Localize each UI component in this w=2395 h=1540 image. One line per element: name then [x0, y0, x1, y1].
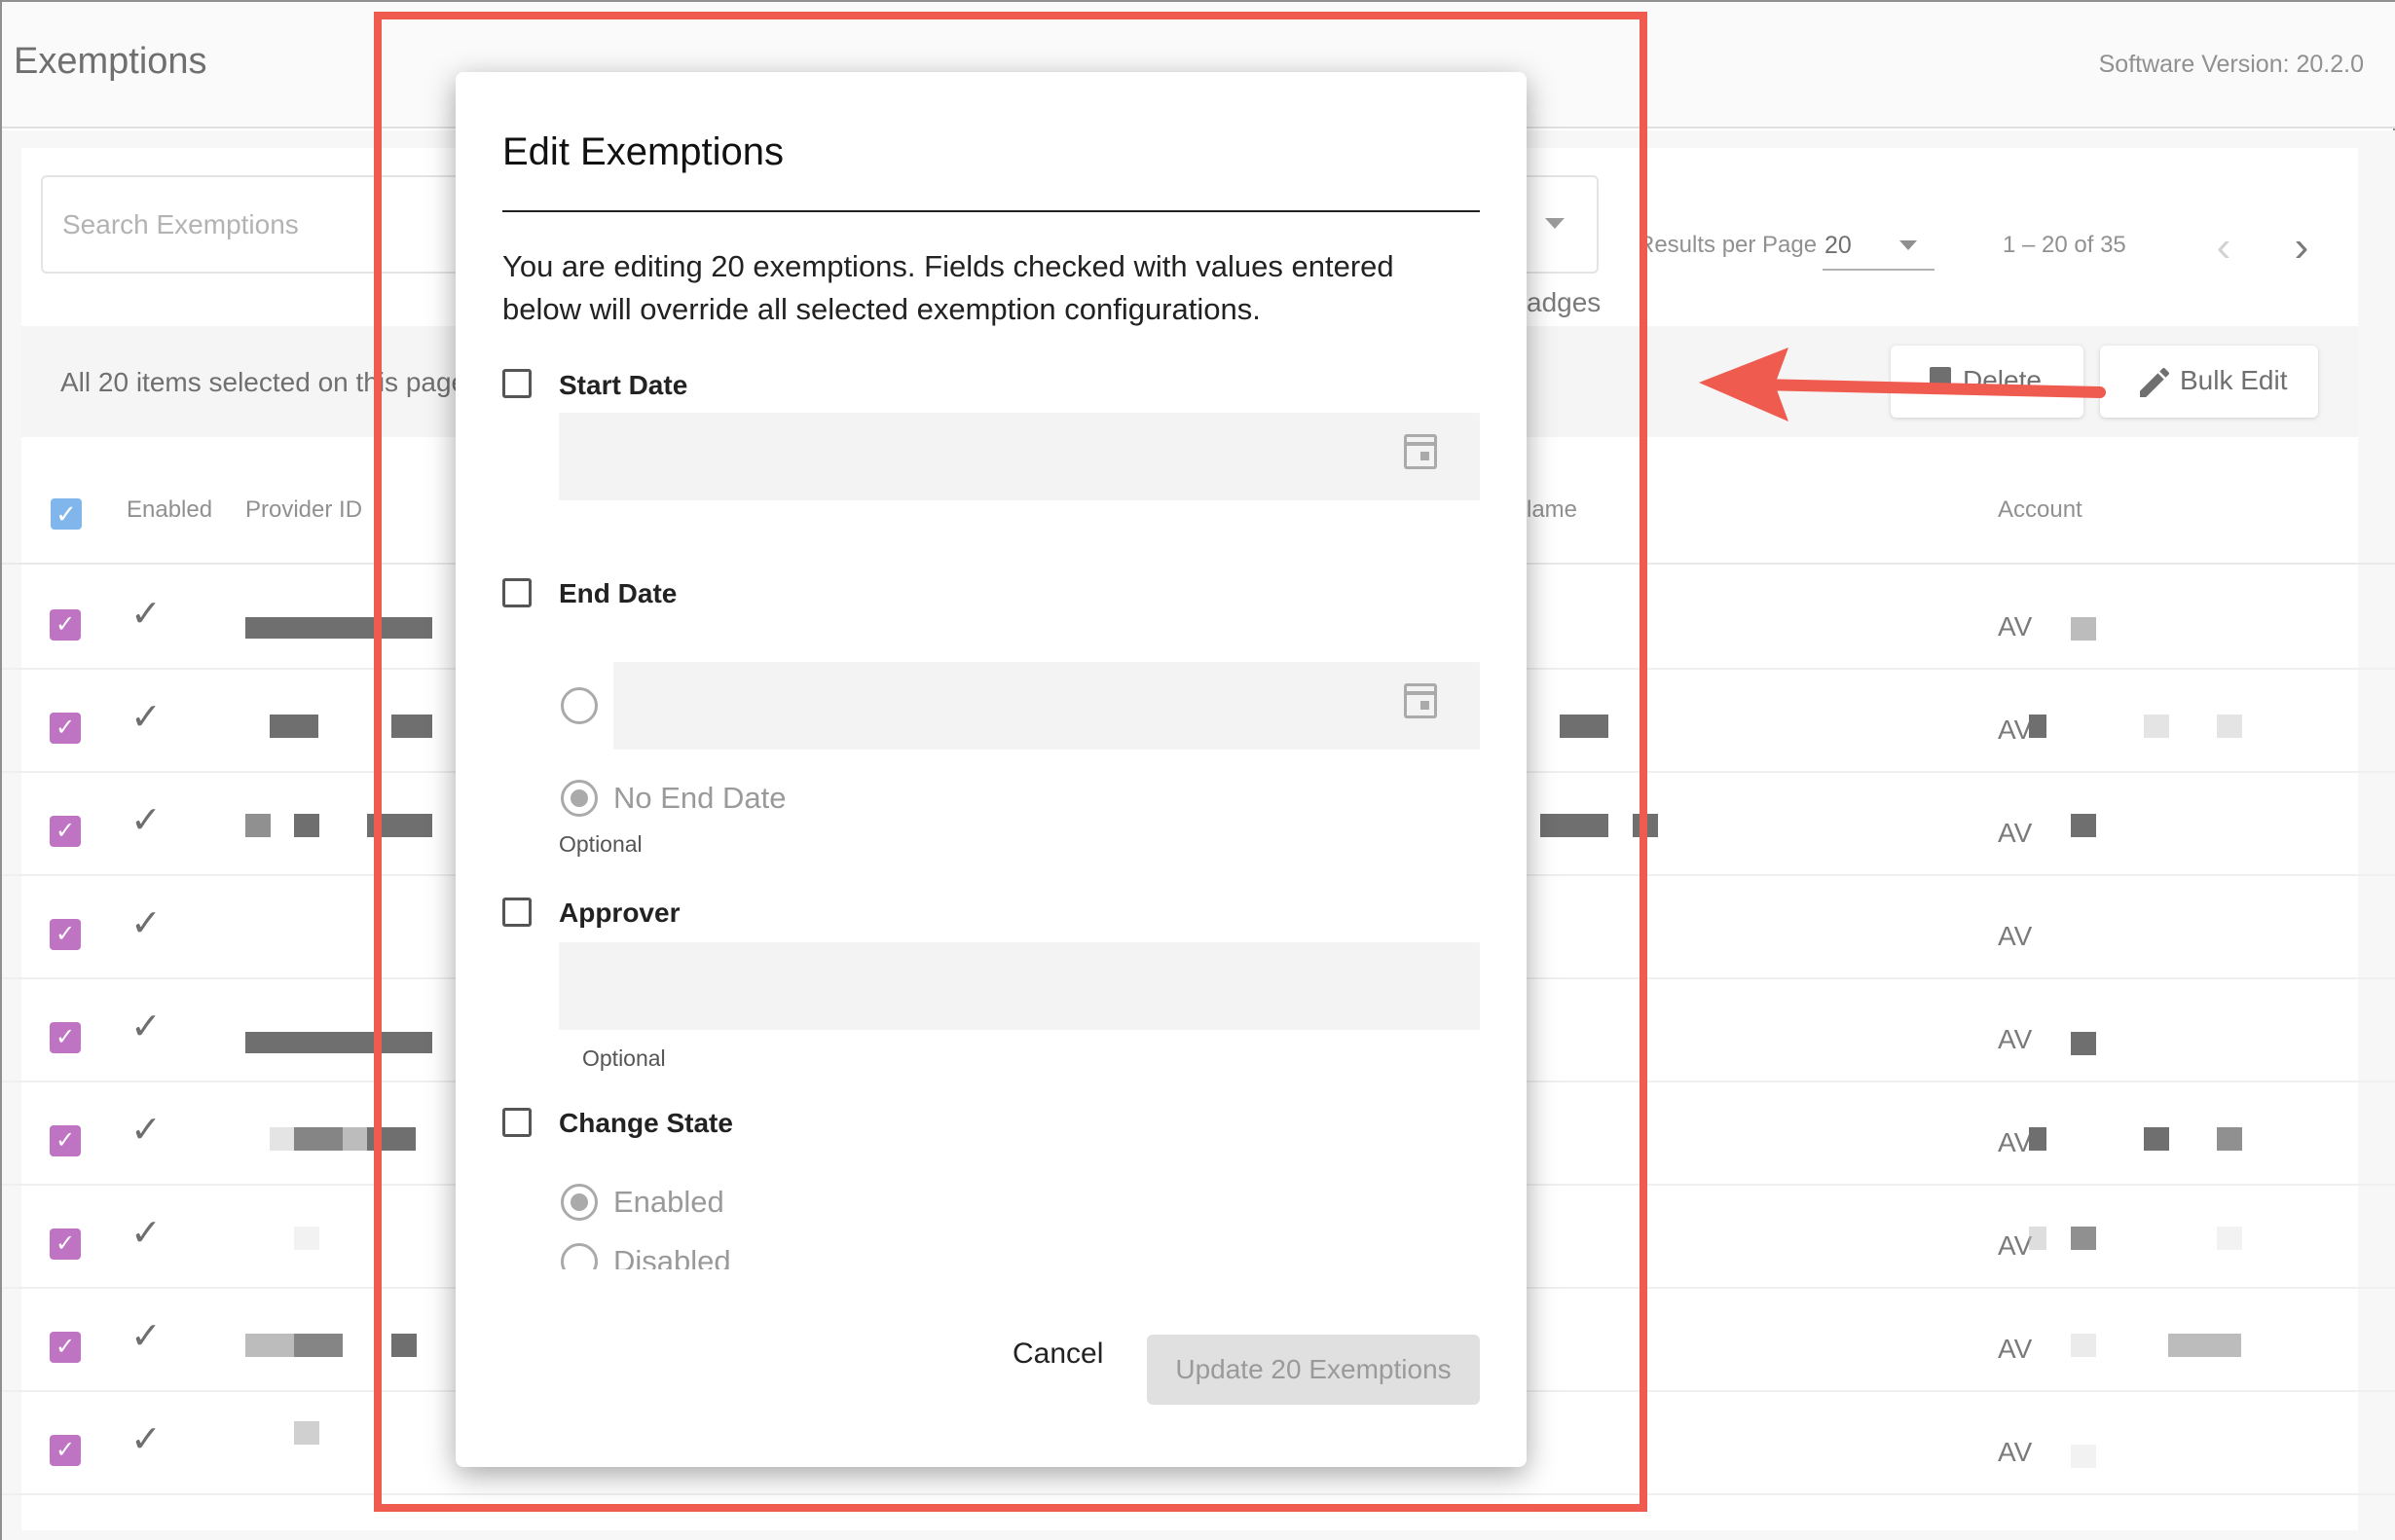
highlight-frame [374, 12, 1647, 1512]
annotation-arrow-icon [1699, 348, 2106, 422]
